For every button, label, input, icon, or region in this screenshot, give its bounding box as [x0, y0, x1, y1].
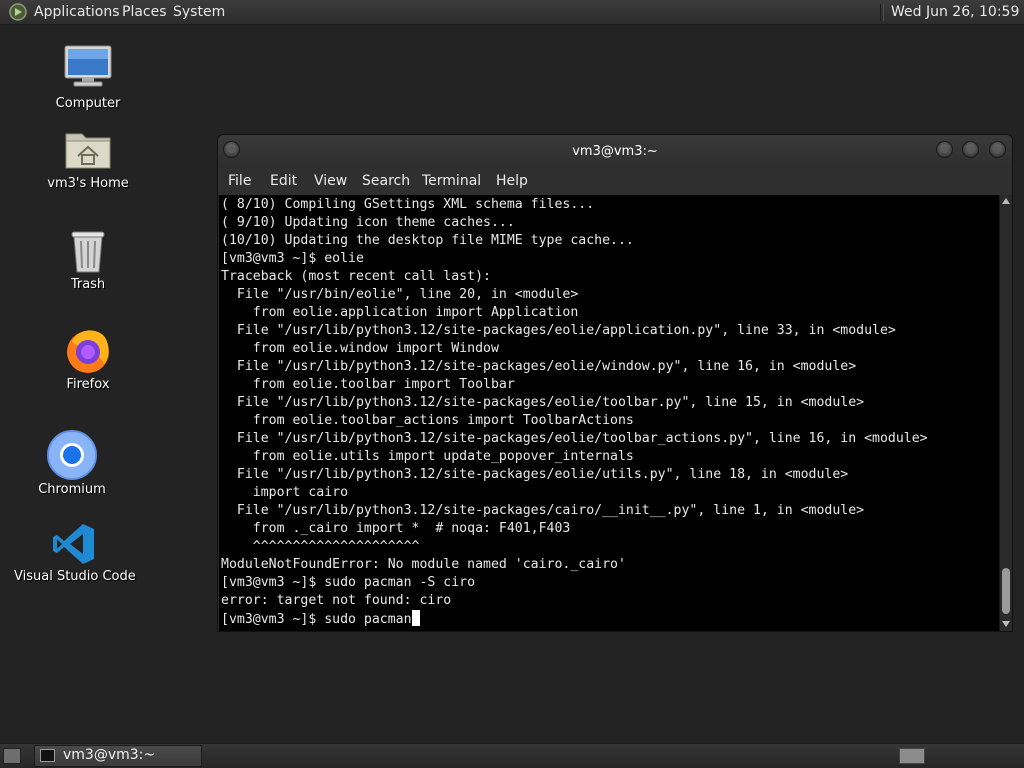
desktop-icon-label: Computer	[55, 96, 121, 111]
terminal-line: [vm3@vm3 ~]$ sudo pacman -S ciro	[221, 575, 476, 590]
terminal-line: ( 8/10) Compiling GSettings XML schema f…	[221, 197, 595, 212]
panel-separator	[880, 4, 884, 21]
scroll-down-arrow-icon[interactable]	[1002, 621, 1010, 627]
terminal-line: File "/usr/lib/python3.12/site-packages/…	[221, 467, 849, 482]
terminal-line: import cairo	[221, 485, 349, 500]
terminal-line: from eolie.toolbar_actions import Toolba…	[221, 413, 634, 428]
minimize-button[interactable]	[936, 141, 953, 158]
scroll-up-arrow-icon[interactable]	[1002, 198, 1010, 204]
terminal-menubar: File Edit View Search Terminal Help	[218, 168, 1012, 195]
scrollbar-thumb[interactable]	[1002, 568, 1010, 614]
terminal-line: from eolie.application import Applicatio…	[221, 305, 579, 320]
prompt-text: [vm3@vm3 ~]$ sudo pacman	[221, 612, 412, 627]
taskbar-button-label: vm3@vm3:~	[63, 747, 156, 763]
window-title: vm3@vm3:~	[572, 144, 658, 159]
close-button[interactable]	[989, 141, 1006, 158]
desktop-icon-label: Firefox	[66, 377, 110, 392]
terminal-prompt-line: [vm3@vm3 ~]$ sudo pacman	[221, 610, 928, 628]
desktop-icon-trash[interactable]: Trash	[40, 228, 136, 298]
home-folder-icon	[65, 133, 111, 169]
terminal-line: from eolie.toolbar import Toolbar	[221, 377, 515, 392]
terminal-line: [vm3@vm3 ~]$ eolie	[221, 251, 364, 266]
menu-search[interactable]: Search	[362, 173, 410, 189]
terminal-line: File "/usr/lib/python3.12/site-packages/…	[221, 431, 928, 446]
firefox-icon	[67, 330, 109, 373]
vscode-icon	[53, 524, 94, 564]
terminal-line: File "/usr/bin/eolie", line 20, in <modu…	[221, 287, 579, 302]
scrollbar[interactable]	[999, 195, 1012, 631]
workspace-switcher[interactable]	[899, 748, 925, 764]
menu-view[interactable]: View	[314, 173, 347, 189]
text-cursor	[411, 610, 420, 626]
terminal-line: File "/usr/lib/python3.12/site-packages/…	[221, 503, 865, 518]
terminal-lines: ( 8/10) Compiling GSettings XML schema f…	[221, 196, 928, 628]
applications-menu-icon[interactable]	[9, 3, 27, 21]
terminal-line: File "/usr/lib/python3.12/site-packages/…	[221, 359, 857, 374]
system-menu[interactable]: System	[173, 4, 225, 20]
applications-menu[interactable]: Applications	[34, 4, 120, 20]
desktop-icon-chromium[interactable]: Chromium	[24, 430, 120, 500]
menu-file[interactable]: File	[228, 173, 251, 189]
terminal-line: from ._cairo import * # noqa: F401,F403	[221, 521, 571, 536]
terminal-line: File "/usr/lib/python3.12/site-packages/…	[221, 395, 865, 410]
trash-icon	[71, 231, 105, 273]
desktop-icon-vscode[interactable]: Visual Studio Code	[14, 520, 136, 590]
desktop-icon-label: Visual Studio Code	[14, 569, 136, 584]
menu-help[interactable]: Help	[496, 173, 528, 189]
menu-edit[interactable]: Edit	[270, 173, 297, 189]
desktop-icon-computer[interactable]: Computer	[40, 44, 136, 114]
desktop-icon-label: Chromium	[38, 482, 106, 497]
terminal-line: error: target not found: ciro	[221, 593, 452, 608]
chromium-icon	[47, 430, 97, 480]
top-panel: Applications Places System Wed Jun 26, 1…	[0, 0, 1024, 25]
terminal-line: Traceback (most recent call last):	[221, 269, 491, 284]
terminal-icon	[40, 749, 55, 762]
desktop-icon-label: Trash	[70, 277, 106, 292]
show-desktop-icon[interactable]	[3, 748, 21, 764]
bottom-panel: vm3@vm3:~	[0, 743, 1024, 768]
terminal-line: ( 9/10) Updating icon theme caches...	[221, 215, 515, 230]
terminal-line: ^^^^^^^^^^^^^^^^^^^^^	[221, 539, 420, 554]
terminal-line: from eolie.utils import update_popover_i…	[221, 449, 634, 464]
menu-terminal[interactable]: Terminal	[422, 173, 481, 189]
taskbar-button-terminal[interactable]: vm3@vm3:~	[34, 745, 202, 767]
clock[interactable]: Wed Jun 26, 10:59 AM	[891, 4, 1024, 20]
window-titlebar[interactable]: vm3@vm3:~	[218, 135, 1012, 168]
desktop-icon-label: vm3's Home	[47, 176, 129, 191]
computer-icon	[64, 45, 112, 87]
terminal-line: from eolie.window import Window	[221, 341, 499, 356]
desktop-icon-firefox[interactable]: Firefox	[40, 326, 136, 396]
maximize-button[interactable]	[962, 141, 979, 158]
places-menu[interactable]: Places	[122, 4, 167, 20]
terminal-line: (10/10) Updating the desktop file MIME t…	[221, 233, 634, 248]
terminal-output[interactable]: ( 8/10) Compiling GSettings XML schema f…	[219, 195, 999, 631]
terminal-window[interactable]: vm3@vm3:~ File Edit View Search Terminal…	[217, 134, 1013, 632]
terminal-line: ModuleNotFoundError: No module named 'ca…	[221, 557, 626, 572]
desktop-icon-home[interactable]: vm3's Home	[40, 128, 136, 198]
terminal-line: File "/usr/lib/python3.12/site-packages/…	[221, 323, 896, 338]
